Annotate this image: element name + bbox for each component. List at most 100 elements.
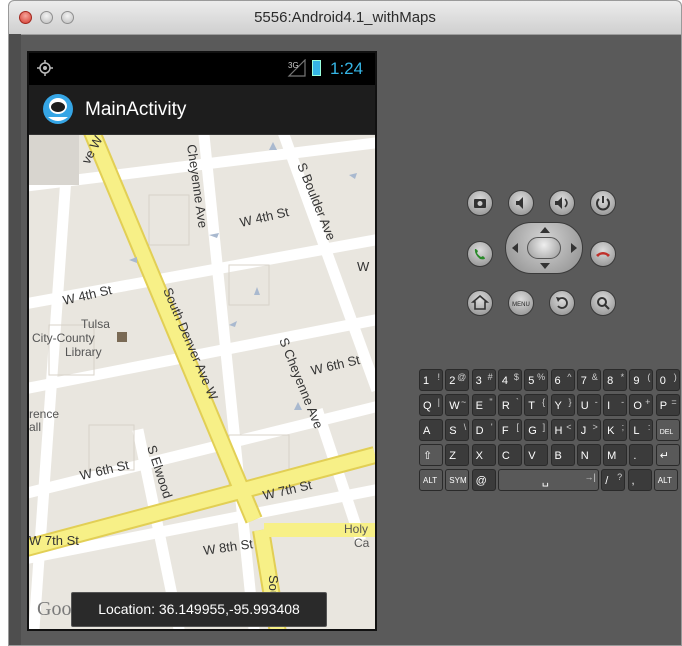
key-alt[interactable]: ALT	[653, 469, 678, 491]
key-k[interactable]: K;	[603, 419, 628, 441]
key-secondary-label: #	[487, 372, 493, 382]
key-p[interactable]: P =	[655, 394, 680, 416]
key-secondary-label: {	[542, 397, 546, 407]
key-.[interactable]: .	[629, 444, 654, 466]
dpad-left-icon[interactable]	[512, 243, 518, 253]
key-2[interactable]: 2 @	[445, 369, 470, 391]
dpad-right-icon[interactable]	[571, 243, 577, 253]
key-secondary-label: `	[515, 397, 519, 407]
key-3[interactable]: 3 #	[471, 369, 496, 391]
key-l[interactable]: L:	[629, 419, 654, 441]
app-launcher-icon	[43, 94, 73, 124]
key-0[interactable]: 0)	[655, 369, 680, 391]
map-canvas[interactable]: ve W Cheyenne Ave S Boulder Ave W 4th St…	[29, 135, 375, 629]
back-icon[interactable]	[549, 290, 575, 316]
key-a[interactable]: A	[419, 419, 443, 441]
key-label: I	[607, 400, 611, 412]
key-e[interactable]: E "	[471, 394, 496, 416]
key-label: K	[607, 425, 615, 437]
key-label: W	[449, 400, 460, 412]
camera-icon[interactable]	[467, 190, 493, 216]
key-5[interactable]: 5%	[524, 369, 549, 391]
key-1[interactable]: 1!	[419, 369, 443, 391]
key-i[interactable]: I-	[603, 394, 628, 416]
key-label: ALT	[423, 476, 438, 485]
key-secondary-label: +	[645, 397, 651, 407]
home-icon[interactable]	[467, 290, 493, 316]
key-c[interactable]: C	[497, 444, 522, 466]
key-del[interactable]: DEL	[655, 419, 680, 441]
key-q[interactable]: Q |	[419, 394, 443, 416]
key-label: J	[580, 425, 587, 437]
key-m[interactable]: M	[603, 444, 628, 466]
menu-icon[interactable]: MENU	[508, 290, 534, 316]
key-label: 9	[633, 375, 640, 387]
key-o[interactable]: O +	[629, 394, 654, 416]
poi-left-2: all	[29, 420, 41, 434]
key-label: T	[528, 400, 535, 412]
key-4[interactable]: 4 $	[497, 369, 522, 391]
call-icon[interactable]	[467, 241, 493, 267]
key-secondary-label: =	[671, 397, 677, 407]
map-view[interactable]: ve W Cheyenne Ave S Boulder Ave W 4th St…	[29, 135, 375, 629]
key-r[interactable]: R `	[497, 394, 522, 416]
key-x[interactable]: X	[471, 444, 496, 466]
key-secondary-label: <	[566, 422, 572, 432]
key-z[interactable]: Z	[445, 444, 470, 466]
key-secondary-label: (	[647, 372, 651, 382]
window-title: 5556:Android4.1_withMaps	[254, 9, 436, 26]
search-icon[interactable]	[590, 290, 616, 316]
key-label: 7	[580, 375, 587, 387]
key-secondary-label: ;	[621, 422, 625, 432]
key-s[interactable]: S \	[445, 419, 470, 441]
key-label: F	[501, 425, 509, 437]
key-g[interactable]: G]	[524, 419, 549, 441]
key-label: 3	[475, 375, 482, 387]
key-label: @	[475, 475, 487, 487]
key-6[interactable]: 6 ^	[550, 369, 575, 391]
dpad-center-button[interactable]	[527, 237, 561, 259]
device-screen[interactable]: 3G 1:24 MainActivity ve W Cheyenne Ave S…	[27, 51, 377, 631]
key-v[interactable]: V	[524, 444, 549, 466]
title-bar: 5556:Android4.1_withMaps	[9, 1, 681, 35]
key-secondary-label: "	[489, 397, 493, 407]
key-h[interactable]: H <	[550, 419, 575, 441]
key-label: A	[423, 425, 431, 437]
key-⇧[interactable]: ⇧	[419, 444, 443, 466]
key-f[interactable]: F[	[497, 419, 522, 441]
key-/[interactable]: /?	[601, 469, 626, 491]
key-sym[interactable]: SYM	[445, 469, 470, 491]
key-label: B	[554, 450, 562, 462]
volume-down-icon[interactable]	[508, 190, 534, 216]
key-label: 2	[449, 375, 456, 387]
key-b[interactable]: B	[550, 444, 575, 466]
end-call-icon[interactable]	[590, 241, 616, 267]
key-space[interactable]: ␣ →|	[497, 469, 599, 491]
key-7[interactable]: 7 &	[576, 369, 601, 391]
dpad-down-icon[interactable]	[540, 263, 550, 269]
key-secondary-label: '	[490, 422, 493, 432]
key-,[interactable]: ,	[627, 469, 652, 491]
key-9[interactable]: 9(	[629, 369, 654, 391]
key-alt[interactable]: ALT	[419, 469, 443, 491]
key-label: Q	[423, 400, 432, 412]
power-icon[interactable]	[590, 190, 616, 216]
gps-icon	[37, 60, 53, 76]
key-t[interactable]: T{	[524, 394, 549, 416]
key-j[interactable]: J >	[576, 419, 601, 441]
key-y[interactable]: Y}	[550, 394, 575, 416]
key-8[interactable]: 8 *	[603, 369, 628, 391]
key-label: N	[580, 450, 589, 462]
key-↵[interactable]: ↵	[655, 444, 680, 466]
key-label: D	[475, 425, 484, 437]
key-label: DEL	[659, 429, 674, 436]
key-w[interactable]: W ~	[445, 394, 470, 416]
key-n[interactable]: N	[576, 444, 601, 466]
volume-up-icon[interactable]	[549, 190, 575, 216]
dpad-up-icon[interactable]	[540, 227, 550, 233]
key-d[interactable]: D '	[471, 419, 496, 441]
key-u[interactable]: U-	[576, 394, 601, 416]
key-@[interactable]: @	[471, 469, 496, 491]
key-label: V	[528, 450, 536, 462]
key-secondary-label: |	[437, 397, 440, 407]
